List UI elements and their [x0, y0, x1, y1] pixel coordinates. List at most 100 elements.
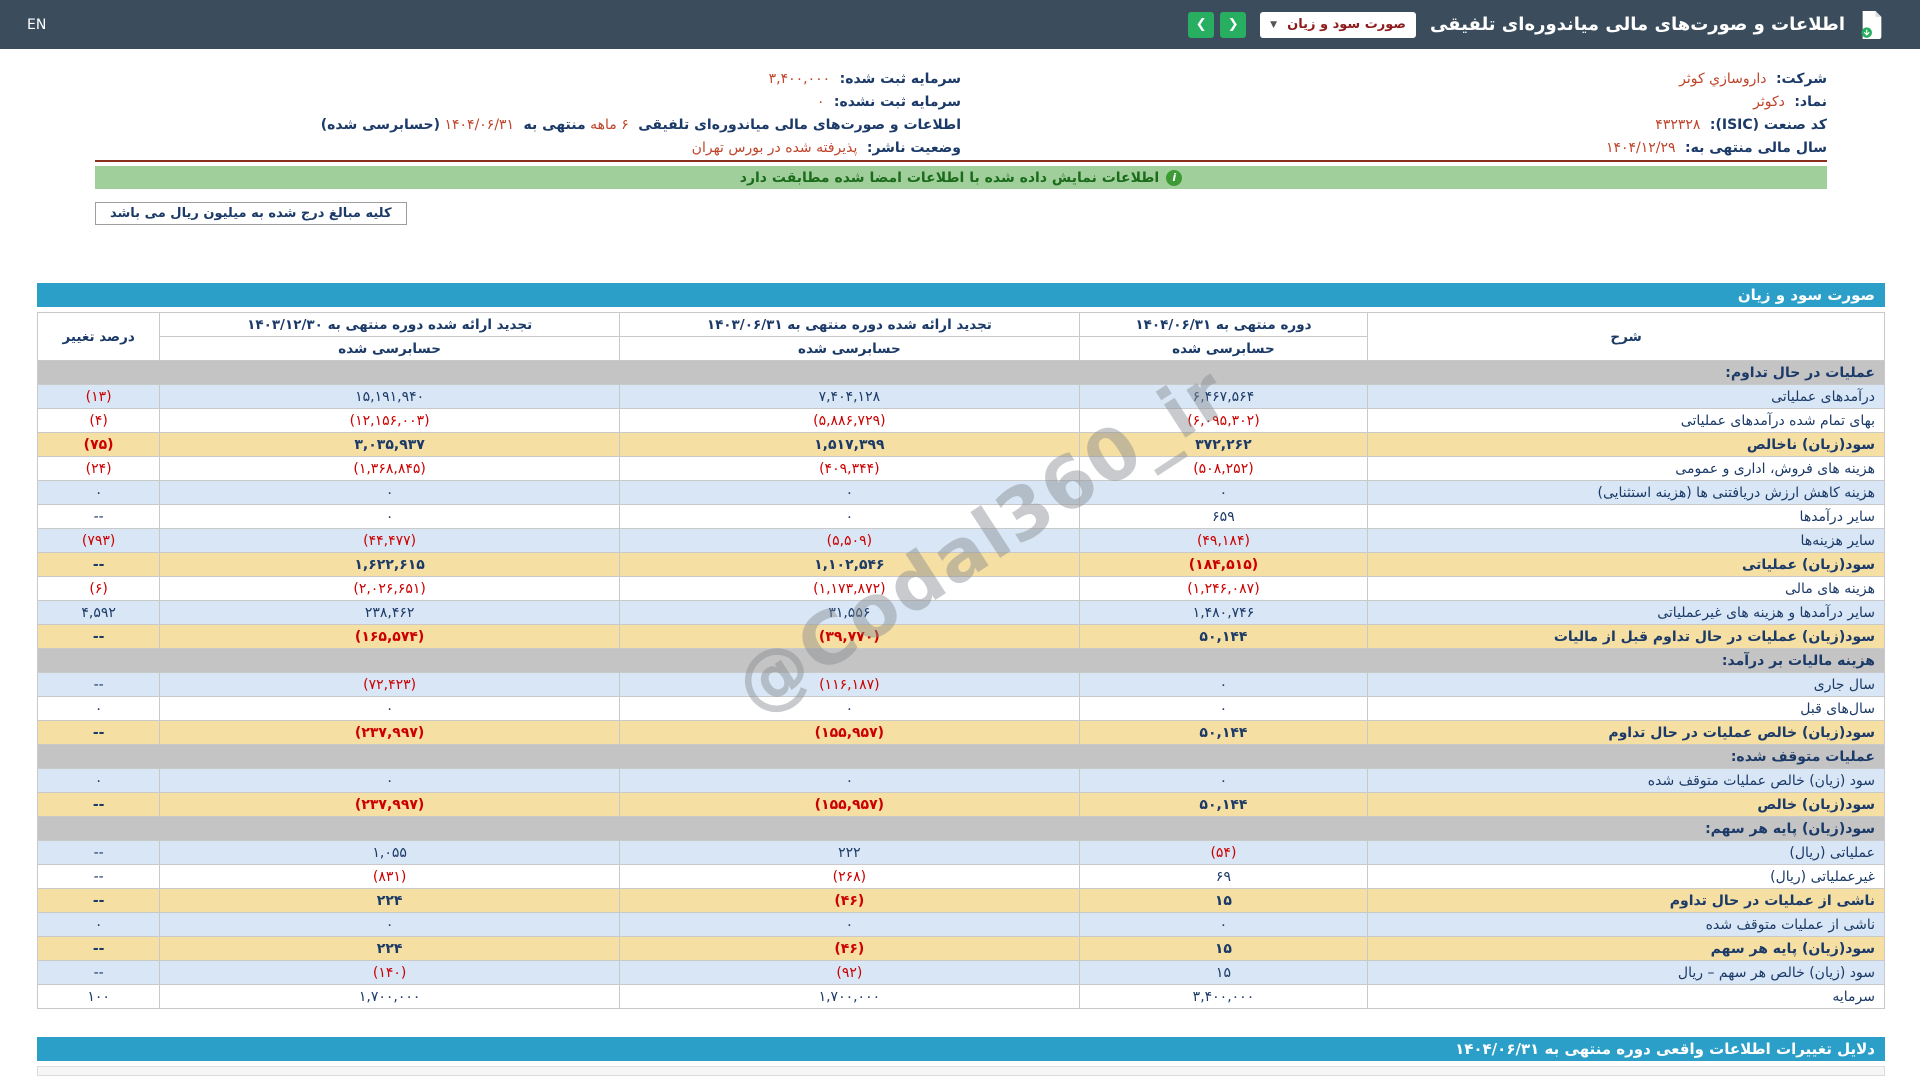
row-value-p2: ۱,۱۰۲,۵۴۶	[619, 553, 1079, 577]
company-label: شرکت:	[1776, 71, 1827, 87]
table-header-row: شرح دوره منتهی به ۱۴۰۴/۰۶/۳۱ تجدید ارائه…	[38, 313, 1885, 337]
row-value-change: --	[38, 553, 160, 577]
row-label: هزینه های مالی	[1368, 577, 1885, 601]
row-value-p3: (۷۲,۴۲۳)	[160, 673, 620, 697]
row-value-p3: ۲۳۸,۴۶۲	[160, 601, 620, 625]
header-period-3: تجدید ارائه شده دوره منتهی به ۱۴۰۳/۱۲/۳۰	[160, 313, 620, 337]
profit-loss-table: شرح دوره منتهی به ۱۴۰۴/۰۶/۳۱ تجدید ارائه…	[37, 312, 1885, 1009]
cutoff-table-row	[37, 1066, 1885, 1076]
row-value-p2: (۴۶)	[619, 937, 1079, 961]
period-text-2: منتهی به	[524, 117, 586, 133]
row-value-p3: (۱,۳۶۸,۸۴۵)	[160, 457, 620, 481]
header-change-percent: درصد تغییر	[38, 313, 160, 361]
row-value-p1: ۵۰,۱۴۴	[1079, 793, 1367, 817]
unregistered-capital-value: ۰	[817, 94, 825, 110]
registered-capital-cell: سرمایه ثبت شده: ۳,۴۰۰,۰۰۰	[95, 68, 961, 91]
data-row: سود(زیان) عملیاتی(۱۸۴,۵۱۵)۱,۱۰۲,۵۴۶۱,۶۲۲…	[38, 553, 1885, 577]
row-value-change: ۰	[38, 697, 160, 721]
period-info-cell: اطلاعات و صورت‌های مالی میاندوره‌ای تلفی…	[95, 114, 961, 137]
data-row: سود(زیان) ناخالص۳۷۲,۲۶۲۱,۵۱۷,۳۹۹۳,۰۳۵,۹۳…	[38, 433, 1885, 457]
statement-title-bar: صورت سود و زیان	[37, 283, 1885, 307]
row-value-p2: (۵,۸۸۶,۷۲۹)	[619, 409, 1079, 433]
row-value-p3: ۰	[160, 769, 620, 793]
export-icon[interactable]	[1859, 11, 1885, 39]
section-header-row: هزینه مالیات بر درآمد:	[38, 649, 1885, 673]
row-value-p1: ۱,۴۸۰,۷۴۶	[1079, 601, 1367, 625]
profit-loss-section: صورت سود و زیان شرح دوره منتهی به ۱۴۰۴/۰…	[37, 283, 1885, 1009]
row-label: سود(زیان) خالص عملیات در حال تداوم	[1368, 721, 1885, 745]
language-toggle-en[interactable]: EN	[27, 17, 46, 33]
row-value-p1: ۱۵	[1079, 961, 1367, 985]
row-value-p2: ۷,۴۰۴,۱۲۸	[619, 385, 1079, 409]
row-value-p2: (۴۶)	[619, 889, 1079, 913]
row-value-change: (۶)	[38, 577, 160, 601]
registered-capital-value: ۳,۴۰۰,۰۰۰	[769, 71, 831, 87]
company-info-table: شرکت: داروسازي کوثر سرمایه ثبت شده: ۳,۴۰…	[95, 68, 1827, 162]
row-value-p1: (۱۸۴,۵۱۵)	[1079, 553, 1367, 577]
row-label: سود(زیان) ناخالص	[1368, 433, 1885, 457]
row-value-p1: ۵۰,۱۴۴	[1079, 721, 1367, 745]
period-text-1: اطلاعات و صورت‌های مالی میاندوره‌ای تلفی…	[638, 117, 961, 133]
row-value-change: (۴)	[38, 409, 160, 433]
row-value-p1: ۰	[1079, 913, 1367, 937]
row-label: سرمایه	[1368, 985, 1885, 1009]
row-value-p2: (۱۱۶,۱۸۷)	[619, 673, 1079, 697]
data-row: سود(زیان) پایه هر سهم۱۵(۴۶)۲۲۴--	[38, 937, 1885, 961]
row-value-p1: ۶,۴۶۷,۵۶۴	[1079, 385, 1367, 409]
row-label: بهای تمام شده درآمدهای عملیاتی	[1368, 409, 1885, 433]
fiscal-year-label: سال مالی منتهی به:	[1685, 140, 1827, 156]
data-row: بهای تمام شده درآمدهای عملیاتی(۶,۰۹۵,۳۰۲…	[38, 409, 1885, 433]
row-label: هزینه های فروش، اداری و عمومی	[1368, 457, 1885, 481]
row-value-change: ۴,۵۹۲	[38, 601, 160, 625]
info-icon: i	[1166, 170, 1182, 186]
row-value-change: (۷۵)	[38, 433, 160, 457]
section-header-row: عملیات متوقف شده:	[38, 745, 1885, 769]
topbar-right-group: اطلاعات و صورت‌های مالی میاندوره‌ای تلفی…	[1188, 11, 1885, 39]
next-statement-button[interactable]: ❯	[1188, 12, 1214, 38]
row-value-p1: ۱۵	[1079, 937, 1367, 961]
row-value-change: --	[38, 625, 160, 649]
row-value-p3: (۱۶۵,۵۷۴)	[160, 625, 620, 649]
registered-capital-label: سرمایه ثبت شده:	[840, 71, 961, 87]
prev-statement-button[interactable]: ❮	[1220, 12, 1246, 38]
page-title: اطلاعات و صورت‌های مالی میاندوره‌ای تلفی…	[1430, 14, 1845, 35]
row-value-p3: ۱,۷۰۰,۰۰۰	[160, 985, 620, 1009]
row-label: سود (زیان) خالص هر سهم – ریال	[1368, 961, 1885, 985]
row-value-p3: ۱,۶۲۲,۶۱۵	[160, 553, 620, 577]
row-value-p3: ۲۲۴	[160, 889, 620, 913]
row-value-p2: ۰	[619, 505, 1079, 529]
row-value-p2: (۲۶۸)	[619, 865, 1079, 889]
row-label: سال‌های قبل	[1368, 697, 1885, 721]
info-row: سال مالی منتهی به: ۱۴۰۴/۱۲/۲۹ وضعیت ناشر…	[95, 137, 1827, 161]
publisher-status-value: پذیرفته شده در بورس تهران	[692, 140, 858, 156]
header-period-1: دوره منتهی به ۱۴۰۴/۰۶/۳۱	[1079, 313, 1367, 337]
fiscal-year-cell: سال مالی منتهی به: ۱۴۰۴/۱۲/۲۹	[961, 137, 1827, 161]
row-label: سایر درآمدها	[1368, 505, 1885, 529]
row-value-change: (۲۴)	[38, 457, 160, 481]
subheader-audited-3: حسابرسی شده	[160, 337, 620, 361]
row-value-change: --	[38, 505, 160, 529]
row-value-change: (۱۳)	[38, 385, 160, 409]
unregistered-capital-label: سرمایه ثبت نشده:	[834, 94, 961, 110]
row-value-p3: (۴۴,۴۷۷)	[160, 529, 620, 553]
row-label: سود(زیان) خالص	[1368, 793, 1885, 817]
row-value-p3: (۱۴۰)	[160, 961, 620, 985]
data-row: سود(زیان) خالص عملیات در حال تداوم۵۰,۱۴۴…	[38, 721, 1885, 745]
row-value-p1: ۰	[1079, 481, 1367, 505]
row-value-p2: (۹۲)	[619, 961, 1079, 985]
row-value-p2: (۵,۵۰۹)	[619, 529, 1079, 553]
row-value-p2: ۱,۵۱۷,۳۹۹	[619, 433, 1079, 457]
isic-cell: کد صنعت (ISIC): ۴۳۲۳۲۸	[961, 114, 1827, 137]
publisher-status-label: وضعیت ناشر:	[867, 140, 961, 156]
data-row: ناشی از عملیات متوقف شده۰۰۰۰	[38, 913, 1885, 937]
row-value-change: ۰	[38, 769, 160, 793]
company-value: داروسازي کوثر	[1679, 71, 1766, 87]
chevron-down-icon: ▼	[1270, 20, 1277, 30]
row-value-p1: ۰	[1079, 697, 1367, 721]
row-value-change: --	[38, 865, 160, 889]
data-row: غیرعملیاتی (ریال)۶۹(۲۶۸)(۸۳۱)--	[38, 865, 1885, 889]
row-value-p3: (۸۳۱)	[160, 865, 620, 889]
data-row: سال‌های قبل۰۰۰۰	[38, 697, 1885, 721]
statement-select-dropdown[interactable]: صورت سود و زیان ▼	[1260, 12, 1416, 38]
row-value-change: --	[38, 673, 160, 697]
